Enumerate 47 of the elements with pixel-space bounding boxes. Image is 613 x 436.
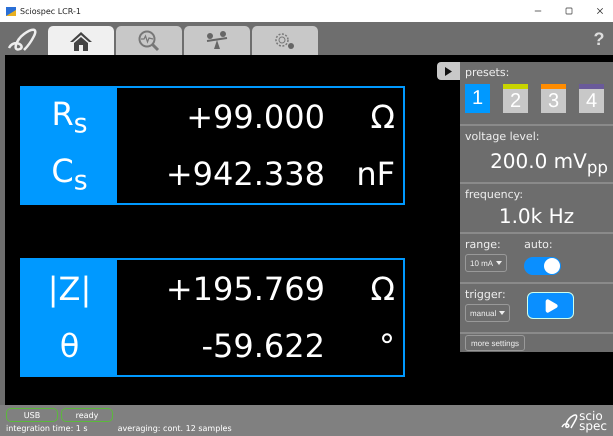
measured-value: +195.769 [164, 270, 325, 308]
quantity-symbol: |Z| [46, 268, 92, 310]
quantity-symbol: R$_{s}$ [50, 94, 89, 141]
measured-value: +942.338 [164, 155, 325, 194]
help-button[interactable]: ? [589, 28, 609, 50]
window-title: Sciospec LCR-1 [20, 6, 82, 16]
play-icon [542, 298, 559, 314]
integration-time: integration time: 1 s [6, 424, 88, 433]
frequency-value: 1.0k Hz [498, 204, 576, 228]
unit-label: Ω [370, 98, 395, 136]
maximize-icon [564, 7, 572, 15]
triangle-icon [445, 66, 452, 76]
presets-label: presets: [465, 66, 510, 79]
logo-text: scio spec [579, 410, 607, 430]
collapse-button[interactable] [437, 62, 460, 80]
averaging-info: averaging: cont. 12 samples [118, 424, 232, 433]
range-dropdown[interactable]: 10 mA [465, 254, 508, 272]
trigger-label: trigger: [465, 288, 507, 301]
measured-value: -59.622 [200, 327, 325, 366]
unit-label: nF [355, 155, 395, 194]
auto-switch[interactable] [524, 257, 562, 275]
voltage-label: voltage level: [465, 130, 540, 143]
gears-icon [273, 30, 297, 50]
status-badge: ready [61, 408, 113, 422]
quantity-symbol: θ [58, 326, 80, 368]
trigger-dropdown[interactable]: manual [465, 304, 510, 322]
auto-label: auto: [524, 238, 554, 251]
frequency-label: frequency: [465, 188, 524, 201]
caret-icon [496, 261, 502, 265]
range-label: range: [465, 238, 502, 251]
play-button[interactable] [527, 292, 574, 319]
caret-icon [499, 311, 506, 315]
unit-label: ° [378, 327, 395, 366]
measured-value: +99.000 [185, 98, 325, 136]
home-icon [69, 30, 93, 50]
tab[interactable] [48, 26, 114, 55]
voltage-value: 200.0 mV$_{pp}$ [489, 149, 608, 177]
preset-button[interactable]: 1 [465, 84, 490, 113]
unit-label: Ω [370, 270, 395, 308]
more-settings-button[interactable]: more settings [465, 335, 526, 351]
close-icon [594, 6, 604, 16]
app-icon [6, 6, 16, 16]
seesaw-icon [205, 30, 229, 50]
status-badge: USB [6, 408, 58, 422]
quantity-symbol: C$_{s}$ [50, 151, 89, 198]
search-icon [137, 30, 161, 52]
logo-icon [561, 412, 580, 428]
